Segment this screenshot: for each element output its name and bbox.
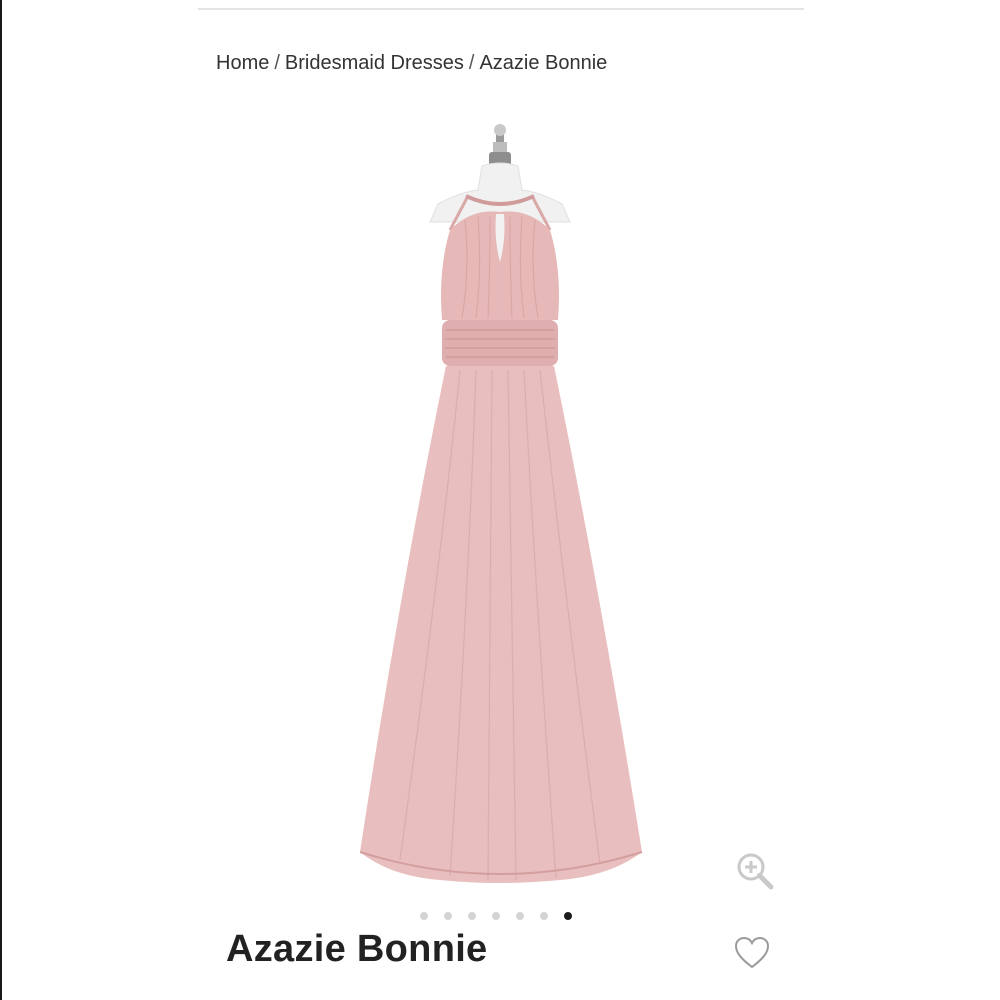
carousel-dot[interactable] — [540, 912, 548, 920]
product-title: Azazie Bonnie — [226, 928, 488, 970]
breadcrumb-bridesmaid-dresses[interactable]: Bridesmaid Dresses — [285, 52, 464, 74]
carousel-dot[interactable] — [516, 912, 524, 920]
carousel-dot[interactable] — [492, 912, 500, 920]
carousel-dot-active[interactable] — [564, 912, 572, 920]
product-image[interactable] — [300, 120, 700, 900]
breadcrumb-separator: / — [274, 52, 280, 74]
wishlist-button[interactable] — [734, 936, 770, 970]
breadcrumb-separator: / — [468, 52, 475, 74]
breadcrumb: Home / Bridesmaid Dresses / Azazie Bonnie — [216, 52, 607, 75]
image-carousel-dots — [420, 910, 572, 922]
carousel-dot[interactable] — [468, 912, 476, 920]
carousel-dot[interactable] — [444, 912, 452, 920]
heart-outline-icon — [734, 936, 770, 969]
carousel-dot[interactable] — [420, 912, 428, 920]
breadcrumb-home[interactable]: Home — [216, 52, 269, 74]
window-edge — [0, 0, 2, 1000]
zoom-in-icon — [737, 853, 774, 890]
zoom-button[interactable] — [733, 849, 777, 893]
dress-skirt — [360, 366, 642, 883]
dress-image — [359, 124, 643, 883]
breadcrumb-current-product: Azazie Bonnie — [479, 52, 608, 74]
header-divider — [198, 8, 804, 10]
dress-waistband — [442, 320, 558, 366]
